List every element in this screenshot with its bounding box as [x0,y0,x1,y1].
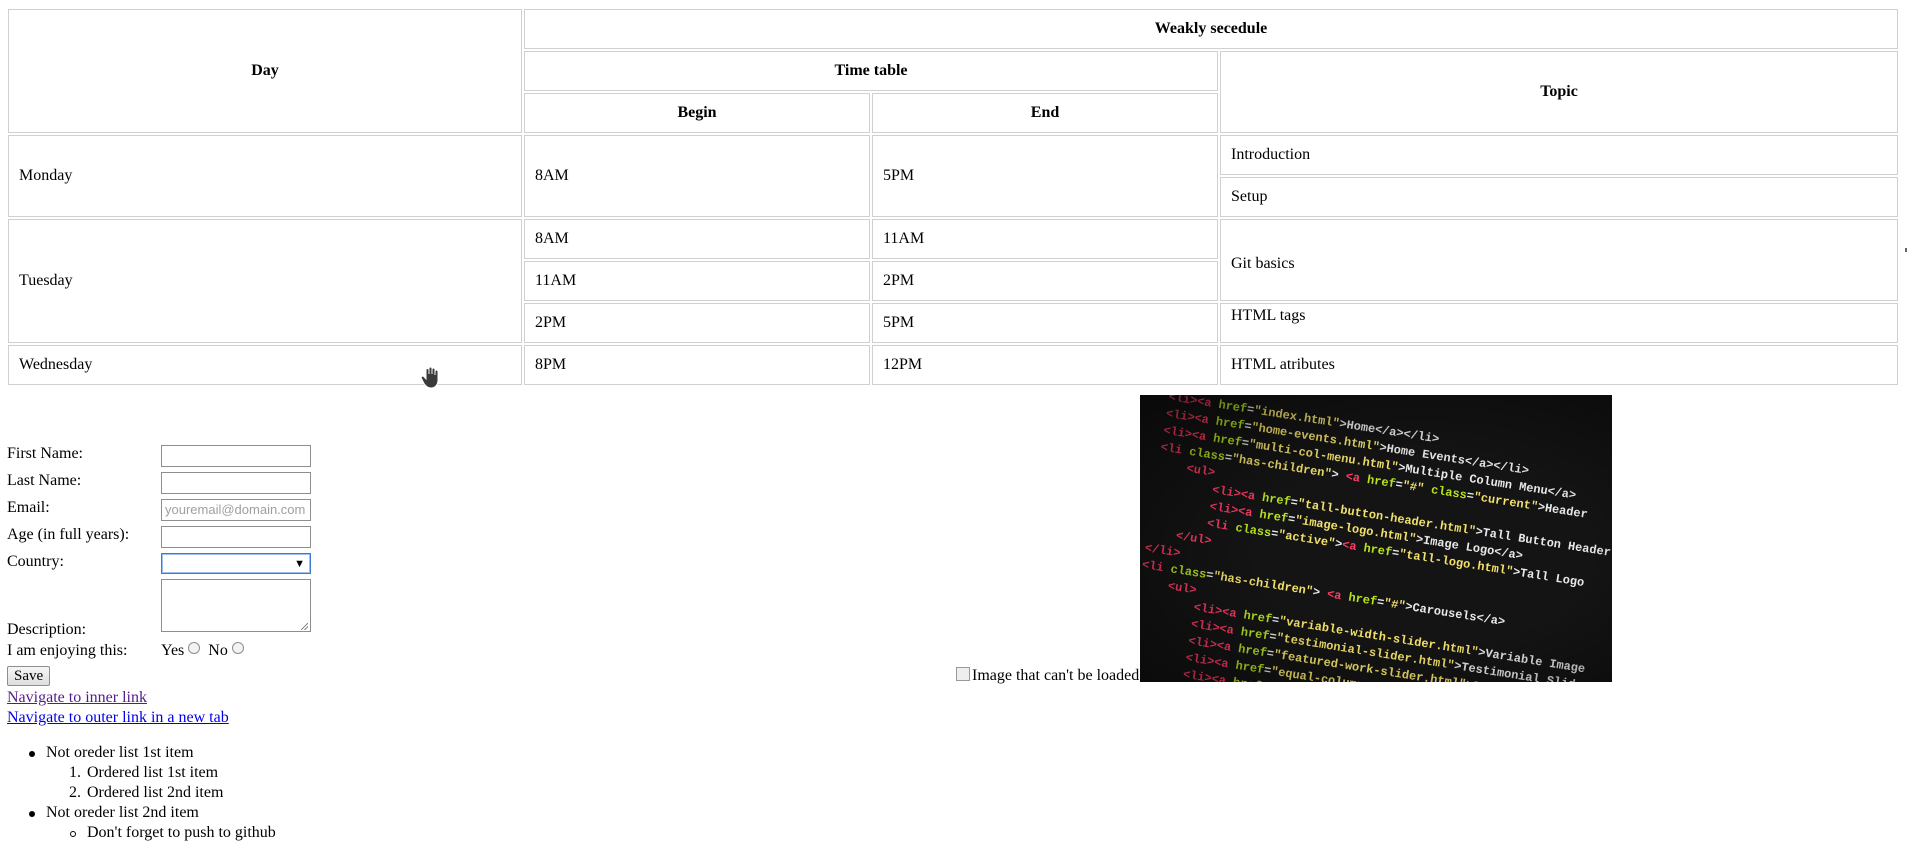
header-time-table: Time table [524,51,1218,91]
save-button[interactable]: Save [7,666,51,686]
cell-tuesday-begin-1: 8AM [524,219,870,259]
broken-image: Image that can't be loaded [956,667,1139,685]
first-name-input[interactable] [161,445,311,467]
enjoying-label: I am enjoying this: [7,642,128,659]
last-name-input[interactable] [161,472,311,494]
header-day: Day [8,9,522,133]
first-name-label: First Name: [7,445,83,462]
cell-monday-end: 5PM [872,135,1218,217]
broken-image-icon [956,667,970,681]
ol-item-2: Ordered list 2nd item [87,784,224,801]
dropdown-arrow-icon: ▼ [294,558,305,570]
cell-tuesday-begin-3: 2PM [524,303,870,343]
cell-tuesday-end-3: 5PM [872,303,1218,343]
ol-item-1: Ordered list 1st item [87,764,219,781]
cell-wednesday-topic: HTML atributes [1220,345,1899,385]
sub-list-item: Don't forget to push to github [87,824,276,841]
cell-tuesday-topic-2: HTML tags [1220,303,1899,343]
header-begin: Begin [524,93,870,133]
code-screenshot-image: <li><a href="index.html">Home</a></li> <… [1140,395,1612,682]
description-label: Description: [7,621,87,638]
yes-radio[interactable] [188,642,201,654]
ol-item-1-number: 1. [69,764,81,781]
header-end: End [872,93,1218,133]
email-label: Email: [7,499,50,516]
hand-cursor-icon [420,366,439,389]
inner-link[interactable]: Navigate to inner link [7,689,147,707]
cell-tuesday-topic-1: Git basics [1220,219,1899,301]
country-select[interactable]: ▼ [161,553,311,574]
schedule-table: Day Weakly secedule Time table Topic Beg… [6,7,1900,387]
last-name-label: Last Name: [7,472,82,489]
age-label: Age (in full years): [7,526,130,543]
description-textarea[interactable] [161,579,311,632]
email-input[interactable]: youremail@domain.com [161,499,311,521]
header-topic: Topic [1220,51,1899,133]
resize-grip-icon[interactable] [301,623,308,630]
cell-monday-begin: 8AM [524,135,870,217]
outer-link[interactable]: Navigate to outer link in a new tab [7,709,229,727]
ul-item-2: Not oreder list 2nd item [46,804,199,821]
circle-bullet-icon [70,831,76,837]
broken-image-alt: Image that can't be loaded [972,667,1140,684]
cell-wednesday-day: Wednesday [8,345,522,385]
no-radio[interactable] [231,642,244,654]
ol-item-2-number: 2. [69,784,81,801]
bullet-icon [29,751,35,757]
bullet-icon [29,811,35,817]
age-input[interactable] [161,526,311,548]
cell-monday-topic-1: Introduction [1220,135,1899,175]
cell-tuesday-begin-2: 11AM [524,261,870,301]
cell-tuesday-day: Tuesday [8,219,522,343]
cell-monday-topic-2: Setup [1220,177,1899,217]
header-weekly-schedule: Weakly secedule [524,9,1899,49]
country-label: Country: [7,553,64,570]
cell-tuesday-end-1: 11AM [872,219,1218,259]
no-label: No [208,642,228,659]
ul-item-1: Not oreder list 1st item [46,744,194,761]
cell-tuesday-end-2: 2PM [872,261,1218,301]
yes-label: Yes [161,642,185,659]
cell-monday-day: Monday [8,135,522,217]
cell-wednesday-begin: 8PM [524,345,870,385]
cell-wednesday-end: 12PM [872,345,1218,385]
